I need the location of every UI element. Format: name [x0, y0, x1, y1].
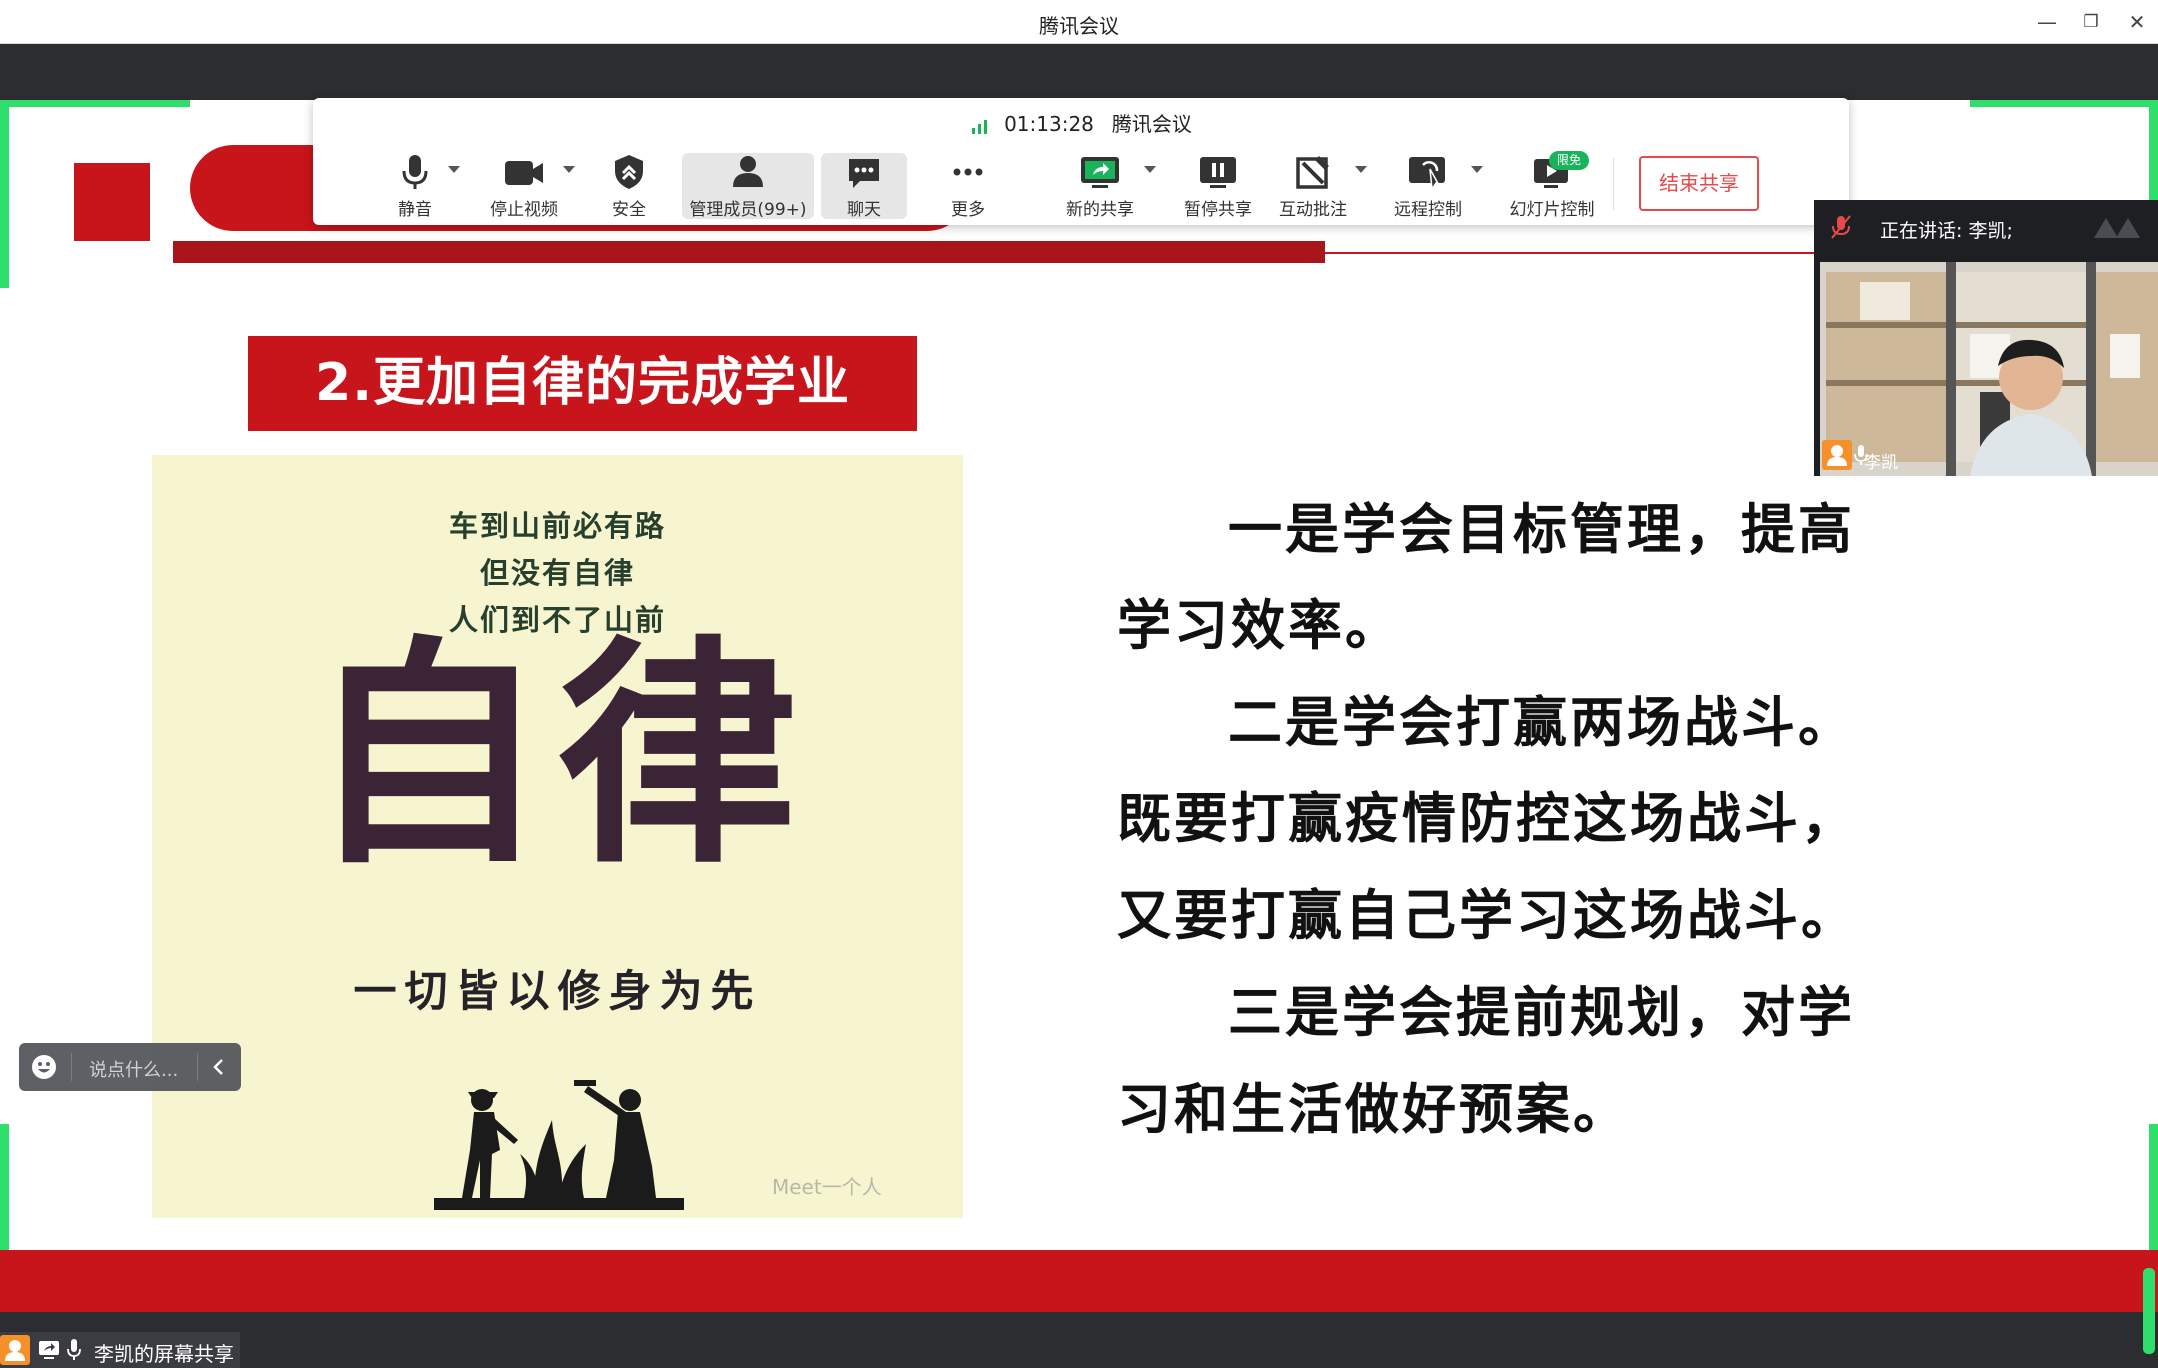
microphone-icon — [402, 155, 428, 189]
slide-text-line: 三是学会提前规划，对学 — [1228, 981, 1855, 1044]
meeting-app-name: 腾讯会议 — [1111, 112, 1192, 136]
avatar-icon — [1822, 440, 1852, 470]
slide-text-line: 既要打赢疫情防控这场战斗， — [1117, 787, 1858, 850]
end-share-button[interactable]: 结束共享 — [1639, 156, 1759, 211]
sharer-microphone-icon — [67, 1339, 81, 1360]
speaker-name: 李凯 — [1864, 453, 1898, 473]
manage-members-button[interactable]: 管理成员(99+) — [682, 153, 814, 220]
screen-share-owner: 李凯的屏幕共享 — [94, 1342, 234, 1366]
poster-line: 车到山前必有路 — [448, 509, 666, 543]
poster-line: 但没有自律 — [479, 556, 635, 590]
slide-red-square — [74, 163, 150, 241]
pause-screen-icon — [1200, 157, 1236, 188]
mute-button[interactable]: 静音 — [375, 153, 455, 220]
annotate-options-chevron-down-icon[interactable] — [1355, 166, 1367, 173]
remote-control-button[interactable]: 远程控制 — [1376, 153, 1480, 220]
shield-icon — [615, 155, 643, 189]
chat-input-pill[interactable]: 说点什么... — [19, 1043, 241, 1091]
window-title: 腾讯会议 — [1039, 14, 1119, 38]
slide-heading: 2.更加自律的完成学业 — [248, 336, 917, 431]
remote-control-label: 远程控制 — [1394, 200, 1462, 220]
window-title-bar: 腾讯会议 — ❐ ✕ — [0, 0, 2158, 44]
slide-text-line: 二是学会打赢两场战斗。 — [1228, 691, 1855, 754]
screen-share-status-icon — [39, 1341, 59, 1359]
more-label: 更多 — [951, 200, 985, 220]
slide-text-line: 一是学会目标管理，提高 — [1228, 498, 1855, 561]
chat-bubble-icon — [849, 159, 879, 188]
video-options-chevron-down-icon[interactable] — [563, 166, 575, 173]
manage-members-label: 管理成员(99+) — [689, 200, 807, 220]
speaking-indicator: 正在讲话: 李凯; — [1880, 220, 2013, 242]
members-icon — [733, 156, 763, 187]
toolbar-divider — [1613, 158, 1614, 210]
annotate-button[interactable]: 互动批注 — [1265, 153, 1361, 220]
chat-button[interactable]: 聊天 — [821, 153, 907, 220]
top-dark-band — [0, 44, 2158, 100]
chat-divider — [197, 1053, 198, 1081]
chevron-left-icon[interactable] — [209, 1057, 229, 1077]
meeting-toolbar: 01:13:28 腾讯会议 静音 停止视频 安全 管理成员(99+) 聊天 更多 … — [313, 98, 1849, 225]
remote-options-chevron-down-icon[interactable] — [1471, 166, 1483, 173]
slide-red-footer — [0, 1250, 2158, 1312]
slide-text-line: 习和生活做好预案。 — [1117, 1078, 1630, 1141]
active-speaker-panel[interactable]: 正在讲话: 李凯; 李凯 — [1814, 200, 2158, 476]
poster-big-text: 自律 — [307, 614, 808, 896]
remote-control-icon — [1409, 157, 1445, 191]
limited-free-badge: 限免 — [1549, 151, 1589, 170]
chat-label: 聊天 — [847, 200, 881, 220]
stop-video-button[interactable]: 停止视频 — [473, 153, 575, 220]
poster-motto: 一切皆以修身为先 — [353, 967, 762, 1017]
self-discipline-poster: 车到山前必有路 但没有自律 人们到不了山前 自律 一切皆以修身为先 Meet一个… — [152, 455, 963, 1218]
share-frame-scroll-handle[interactable] — [2143, 1268, 2155, 1354]
security-button[interactable]: 安全 — [589, 153, 669, 220]
video-camera-icon — [505, 161, 543, 185]
panel-collapse-icon[interactable] — [2090, 216, 2150, 240]
screen-share-label: 李凯的屏幕共享 — [0, 1332, 240, 1368]
pause-share-button[interactable]: 暂停共享 — [1171, 153, 1265, 220]
emoji-icon[interactable] — [31, 1054, 57, 1080]
more-button[interactable]: 更多 — [927, 153, 1009, 220]
bottom-status-bar — [0, 1312, 2158, 1368]
share-frame-corner — [1970, 100, 2158, 107]
more-dots-icon — [953, 168, 983, 176]
mute-label: 静音 — [398, 200, 432, 220]
mute-options-chevron-down-icon[interactable] — [448, 166, 460, 173]
network-signal-icon — [972, 119, 988, 134]
slide-divider-line — [1325, 252, 1825, 254]
share-options-chevron-down-icon[interactable] — [1144, 166, 1156, 173]
share-frame-corner — [0, 100, 9, 288]
meeting-status: 01:13:28 腾讯会议 — [313, 108, 1849, 137]
share-frame-corner — [2149, 100, 2158, 200]
annotate-label: 互动批注 — [1279, 200, 1347, 220]
farmers-silhouette-icon — [434, 1080, 684, 1210]
annotate-pen-icon — [1296, 156, 1329, 189]
new-share-label: 新的共享 — [1066, 200, 1134, 220]
slide-text-line: 又要打赢自己学习这场战斗。 — [1117, 884, 1858, 947]
pause-share-label: 暂停共享 — [1184, 200, 1252, 220]
speaker-video — [1820, 262, 2158, 476]
sharer-avatar-icon — [0, 1335, 30, 1365]
close-button[interactable]: ✕ — [2120, 8, 2154, 36]
restore-button[interactable]: ❐ — [2074, 8, 2108, 36]
muted-microphone-icon — [1831, 215, 1851, 239]
poster-watermark: Meet一个人 — [772, 1175, 882, 1199]
meeting-timer: 01:13:28 — [1004, 112, 1094, 136]
screen-share-icon — [1081, 157, 1119, 188]
new-share-button[interactable]: 新的共享 — [1055, 153, 1145, 220]
chat-placeholder[interactable]: 说点什么... — [89, 1056, 178, 1082]
security-label: 安全 — [612, 200, 646, 220]
slide-red-bar — [173, 241, 1325, 263]
share-frame-corner — [0, 100, 190, 107]
slide-control-label: 幻灯片控制 — [1509, 200, 1595, 220]
stop-video-label: 停止视频 — [490, 200, 558, 220]
minimize-button[interactable]: — — [2030, 8, 2064, 36]
slide-text-line: 学习效率。 — [1117, 594, 1402, 657]
speaker-video-frame — [1820, 262, 2158, 476]
chat-divider — [71, 1053, 72, 1081]
